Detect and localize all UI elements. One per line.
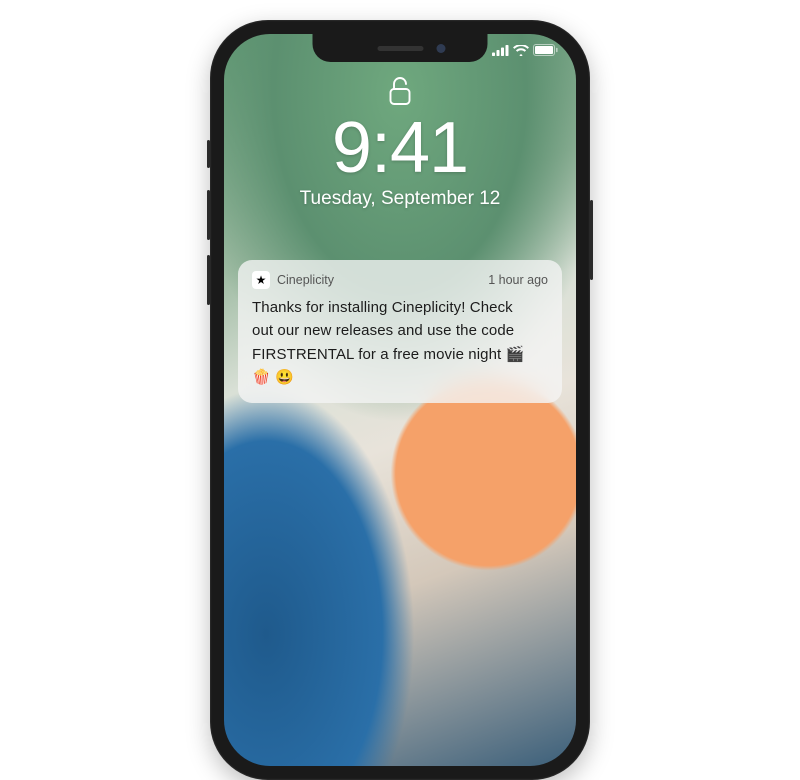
lock-screen-header: 9:41 Tuesday, September 12 <box>224 76 576 210</box>
notch <box>313 34 488 62</box>
notification-text-line: 🍿 😃 <box>252 369 294 386</box>
notification-text-line: FIRSTRENTAL for a free movie night 🎬 <box>252 346 524 363</box>
cellular-signal-icon <box>492 45 509 56</box>
notification-text-line: Thanks for installing Cineplicity! Check <box>252 299 513 316</box>
speaker-grille <box>377 46 423 51</box>
volume-up-button[interactable] <box>207 190 210 240</box>
status-bar-right <box>492 44 558 56</box>
notification-body: Thanks for installing Cineplicity! Check… <box>252 296 548 389</box>
notification-timestamp: 1 hour ago <box>488 273 548 287</box>
volume-down-button[interactable] <box>207 255 210 305</box>
notification-header: ★ Cineplicity 1 hour ago <box>252 271 548 289</box>
clock-time: 9:41 <box>332 112 468 184</box>
front-camera <box>437 44 446 53</box>
power-button[interactable] <box>590 200 593 280</box>
wifi-icon <box>513 45 529 56</box>
app-icon: ★ <box>252 271 270 289</box>
notification-text-line: out our new releases and use the code <box>252 322 514 339</box>
notification-app-name: Cineplicity <box>277 273 481 287</box>
lock-screen[interactable]: 9:41 Tuesday, September 12 ★ Cineplicity… <box>224 34 576 766</box>
battery-icon <box>533 44 558 56</box>
clock-date: Tuesday, September 12 <box>300 188 501 210</box>
mute-switch[interactable] <box>207 140 210 168</box>
push-notification-card[interactable]: ★ Cineplicity 1 hour ago Thanks for inst… <box>238 260 562 403</box>
phone-frame: 9:41 Tuesday, September 12 ★ Cineplicity… <box>210 20 590 780</box>
unlock-icon <box>389 76 411 106</box>
